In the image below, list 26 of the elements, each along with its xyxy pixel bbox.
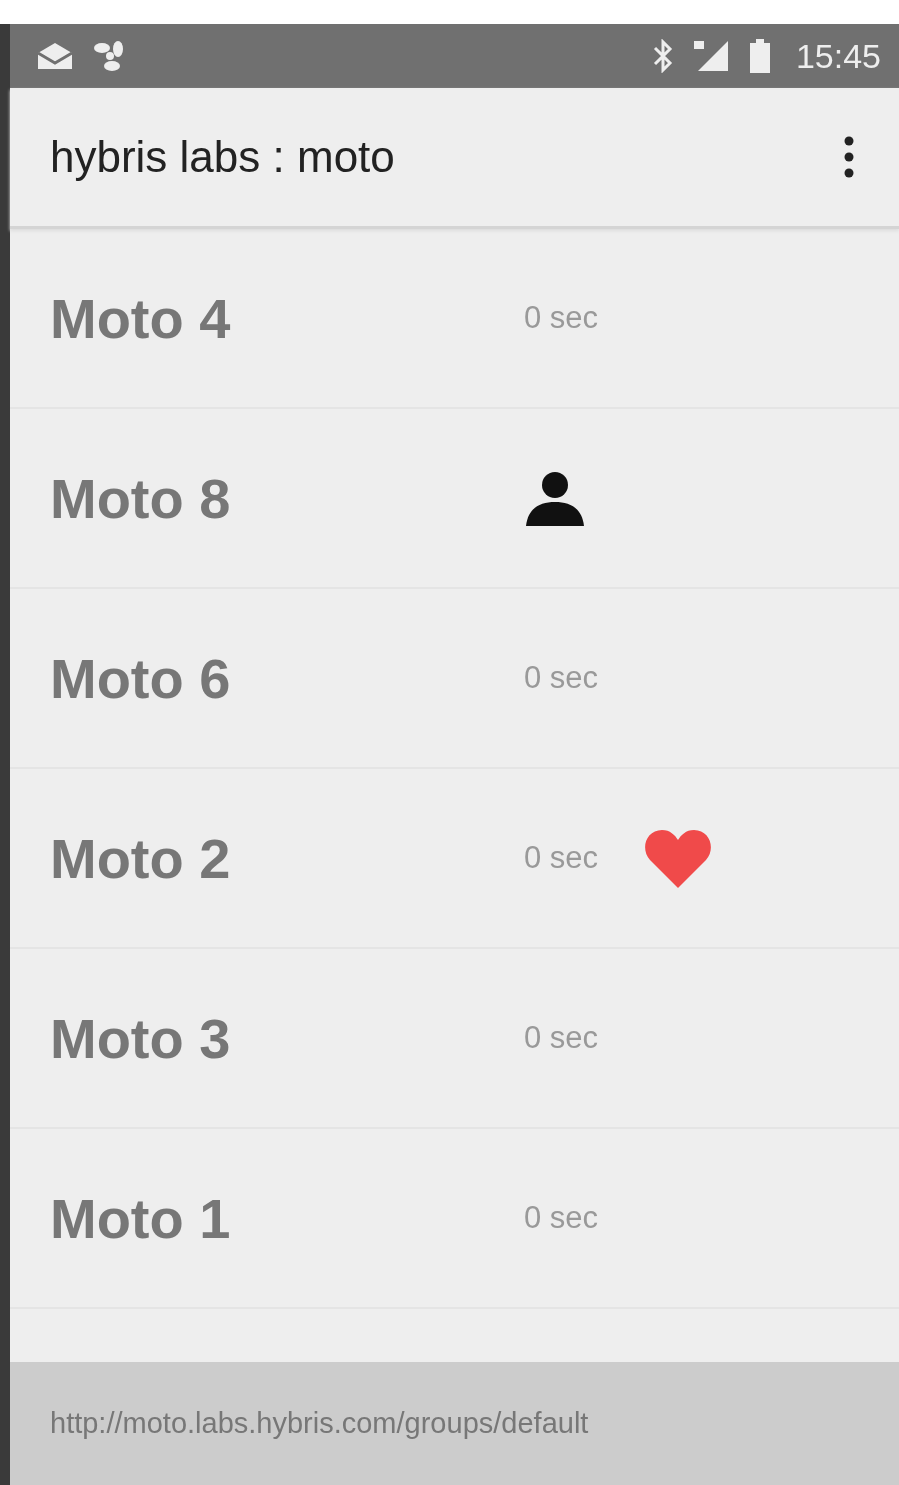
elapsed-time: 0 sec: [524, 660, 599, 696]
list-item[interactable]: Moto 3 0 sec: [10, 949, 899, 1129]
clock: 15:45: [795, 36, 881, 76]
mail-icon: [36, 41, 74, 71]
elapsed-time: 0 sec: [524, 1020, 599, 1056]
group-url: http://moto.labs.hybris.com/groups/default: [50, 1407, 589, 1440]
item-name: Moto 4: [50, 285, 232, 351]
list-item[interactable]: Moto 4 0 sec: [10, 229, 899, 409]
list-item[interactable]: Moto 1 0 sec: [10, 1129, 899, 1309]
bluetooth-icon: [651, 39, 674, 73]
person-icon: [524, 470, 586, 526]
app-title: hybris labs : moto: [50, 132, 395, 182]
elapsed-time: 0 sec: [524, 1200, 599, 1236]
list-item[interactable]: Moto 6 0 sec: [10, 589, 899, 769]
item-name: Moto 8: [50, 465, 232, 531]
list-item[interactable]: Moto 2 0 sec: [10, 769, 899, 949]
item-name: Moto 6: [50, 645, 232, 711]
item-name: Moto 2: [50, 825, 232, 891]
item-name: Moto 1: [50, 1185, 232, 1251]
elapsed-time: 0 sec: [524, 840, 599, 876]
item-name: Moto 3: [50, 1005, 232, 1071]
menu-icon[interactable]: [843, 136, 855, 178]
list-item[interactable]: Moto 8: [10, 409, 899, 589]
signal-icon: [691, 39, 730, 73]
battery-icon: [747, 39, 772, 73]
elapsed-time: 0 sec: [524, 300, 599, 336]
